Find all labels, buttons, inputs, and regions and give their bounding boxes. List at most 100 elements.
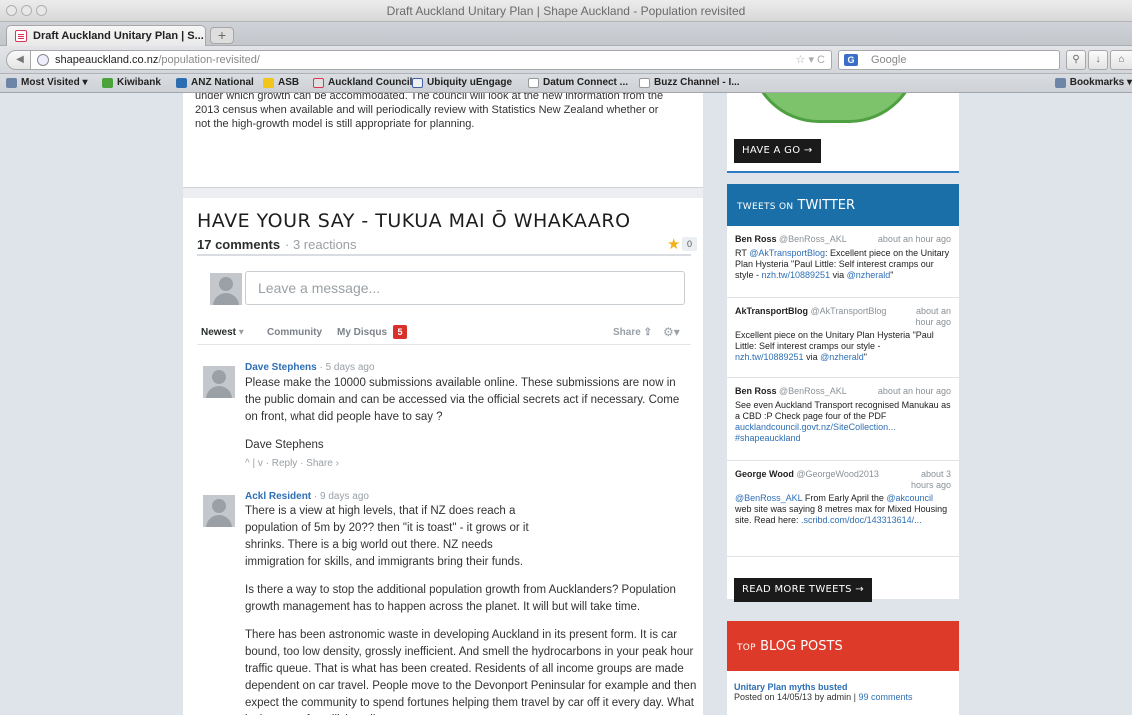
search-placeholder: Google — [871, 54, 907, 66]
message-input[interactable]: Leave a message... — [245, 271, 685, 305]
bookmark-star-icon[interactable]: ☆ ▾ C — [796, 53, 825, 66]
page-icon — [639, 78, 650, 88]
tab-community[interactable]: Community — [267, 327, 322, 338]
comment-signature: Dave Stephens — [245, 439, 324, 451]
tweet-time[interactable]: about an hour ago — [878, 234, 951, 245]
tweet-link[interactable]: @akcouncil — [886, 493, 933, 503]
tweet-link[interactable]: @BenRoss_AKL — [735, 493, 802, 503]
avatar — [203, 495, 235, 527]
address-bar[interactable]: shapeauckland.co.nz/population-revisited… — [30, 50, 832, 70]
comment-body: There is a view at high levels, that if … — [245, 503, 697, 715]
tab-newest[interactable]: Newest ▾ — [201, 327, 244, 338]
tweet-time[interactable]: about an hour ago — [878, 386, 951, 397]
window-title: Draft Auckland Unitary Plan | Shape Auck… — [386, 4, 746, 18]
twitter-widget-title: TWEETS ON TWITTER — [727, 184, 959, 226]
bookmark-auckland-council[interactable]: Auckland Council — [313, 77, 412, 88]
gear-icon[interactable]: ⚙▾ — [663, 325, 680, 339]
search-input[interactable]: G Google — [838, 50, 1060, 70]
bookmark-anz[interactable]: ANZ National — [176, 77, 254, 88]
page-icon — [528, 78, 539, 88]
page-viewport: under which growth can be accommodated. … — [0, 93, 1132, 715]
comment-author[interactable]: Dave Stephens — [245, 362, 317, 373]
comment-count: 17 comments — [197, 237, 281, 252]
map-illustration — [749, 93, 919, 123]
kiwibank-icon — [102, 78, 113, 88]
tweet-link[interactable]: aucklandcouncil.govt.nz/SiteCollection..… — [735, 422, 896, 432]
tweet-link[interactable]: nzh.tw/10889251 — [735, 352, 804, 362]
tweet-author[interactable]: George Wood — [735, 469, 794, 479]
search-go-icon[interactable]: ⚲ — [1066, 50, 1086, 70]
bookmarks-menu[interactable]: Bookmarks ▾ — [1054, 77, 1132, 88]
comment-author[interactable]: Ackl Resident — [245, 491, 311, 502]
tweet-author[interactable]: Ben Ross — [735, 386, 777, 396]
tweet-author[interactable]: Ben Ross — [735, 234, 777, 244]
blog-post-link[interactable]: Unitary Plan myths busted — [734, 682, 848, 692]
twitter-widget: TWEETS ON TWITTER Ben Ross @BenRoss_AKL … — [727, 184, 959, 602]
tweet-item: George Wood @GeorgeWood2013 about 3 hour… — [727, 461, 959, 557]
download-icon[interactable]: ↓ — [1088, 50, 1108, 70]
comment-paragraph: There has been astronomic waste in devel… — [245, 629, 697, 715]
read-more-tweets-button[interactable]: READ MORE TWEETS → — [734, 578, 872, 602]
notification-badge[interactable]: 5 — [393, 325, 407, 339]
bookmark-datum-connect[interactable]: Datum Connect ... — [528, 77, 628, 88]
avatar — [210, 273, 242, 305]
tweet-link[interactable]: @nzherald — [820, 352, 864, 362]
home-icon[interactable]: ⌂ — [1110, 50, 1132, 70]
tweet-item: AkTransportBlog @AkTransportBlog about a… — [727, 298, 959, 378]
tab-title: Draft Auckland Unitary Plan | S... — [33, 30, 204, 42]
search-engine-icon[interactable]: G — [844, 54, 858, 66]
comment-paragraph: Please make the 10000 submissions availa… — [245, 377, 680, 423]
blog-posts-widget: TOP BLOG POSTS Unitary Plan myths busted… — [727, 621, 959, 715]
tweet-link[interactable]: .scribd.com/doc/143313614/... — [801, 515, 922, 525]
star-icon[interactable]: ★ — [667, 235, 680, 253]
tab-active[interactable]: Draft Auckland Unitary Plan | S... — [6, 25, 206, 46]
comment-time[interactable]: · 9 days ago — [314, 491, 369, 502]
tweet-handle[interactable]: @GeorgeWood2013 — [796, 469, 879, 479]
tab-bar: Draft Auckland Unitary Plan | S... + — [0, 22, 1132, 46]
sort-bar: Newest ▾ Community My Disqus 5 Share ⇪ ⚙… — [197, 325, 691, 345]
tweet-item: Ben Ross @BenRoss_AKL about an hour ago … — [727, 226, 959, 298]
article-body: under which growth can be accommodated. … — [183, 93, 703, 188]
bookmark-asb[interactable]: ASB — [263, 77, 299, 88]
reactions-link[interactable]: · 3 reactions — [285, 237, 357, 252]
tweet-link[interactable]: @nzherald — [847, 270, 891, 280]
tweet-handle[interactable]: @BenRoss_AKL — [779, 386, 847, 396]
page-title: HAVE YOUR SAY - TUKUA MAI Ō WHAKAARO — [197, 210, 631, 232]
comments-header: 17 comments · 3 reactions ★ 0 — [197, 234, 697, 256]
bookmarks-toolbar: Most Visited ▾ Kiwibank ANZ National ASB… — [0, 74, 1132, 93]
comment-author-line: Dave Stephens · 5 days ago — [245, 362, 375, 373]
comment-time[interactable]: · 5 days ago — [319, 362, 374, 373]
comment-body: Please make the 10000 submissions availa… — [245, 375, 693, 465]
bookmark-ubiquity[interactable]: Ubiquity uEngage — [412, 77, 512, 88]
bookmark-most-visited[interactable]: Most Visited ▾ — [6, 77, 88, 88]
tweet-time[interactable]: about 3 hours ago — [897, 469, 951, 491]
tweet-author[interactable]: AkTransportBlog — [735, 306, 808, 316]
comment-actions[interactable]: ^ | v · Reply · Share › — [245, 458, 339, 469]
tweet-link[interactable]: nzh.tw/10889251 — [762, 270, 831, 280]
blog-comments-link[interactable]: 99 comments — [858, 692, 912, 702]
article-text: under which growth can be accommodated. … — [195, 93, 664, 130]
tweet-handle[interactable]: @BenRoss_AKL — [779, 234, 847, 244]
have-a-go-button[interactable]: HAVE A GO → — [734, 139, 821, 163]
bookmark-buzz-channel[interactable]: Buzz Channel - I... — [639, 77, 740, 88]
url-path: /population-revisited/ — [158, 54, 260, 66]
url-host: shapeauckland.co.nz — [55, 54, 159, 66]
section-divider — [183, 188, 703, 198]
site-favicon-icon — [15, 30, 27, 42]
bookmark-kiwibank[interactable]: Kiwibank — [102, 77, 161, 88]
comment-author-line: Ackl Resident · 9 days ago — [245, 491, 369, 502]
message-placeholder: Leave a message... — [258, 280, 381, 296]
share-button[interactable]: Share ⇪ — [613, 327, 652, 338]
share-icon: ⇪ — [643, 327, 652, 338]
tweet-time[interactable]: about an hour ago — [905, 306, 951, 328]
ubiquity-icon — [412, 78, 423, 88]
have-a-go-widget: HAVE A GO → — [727, 93, 959, 173]
tweet-link[interactable]: @AkTransportBlog — [749, 248, 825, 258]
site-identity-icon[interactable] — [37, 54, 49, 66]
tab-my-disqus[interactable]: My Disqus — [337, 327, 387, 338]
comment-item: Dave Stephens · 5 days ago Please make t… — [197, 362, 691, 477]
tweet-handle[interactable]: @AkTransportBlog — [811, 306, 887, 316]
tweet-link[interactable]: #shapeauckland — [735, 433, 801, 443]
new-tab-button[interactable]: + — [210, 27, 234, 44]
comment-paragraph: Is there a way to stop the additional po… — [245, 584, 676, 613]
